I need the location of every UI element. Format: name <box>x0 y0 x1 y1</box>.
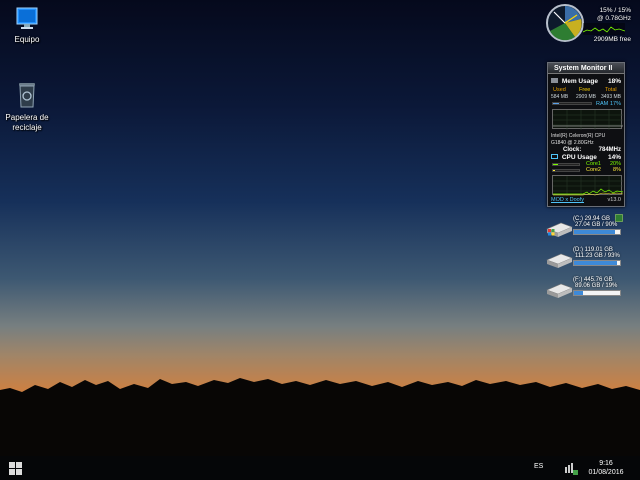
hard-drive-icon <box>546 283 573 298</box>
desktop-icon-equipo[interactable]: Equipo <box>0 6 57 45</box>
clock-label: Clock: <box>563 147 582 153</box>
taskbar: ES 9:16 01/08/2016 <box>0 456 640 480</box>
ram-label: RAM <box>596 101 609 107</box>
drive-c[interactable]: (C:) 29.94 GB 27.04 GB / 90% <box>545 214 627 240</box>
cpu-name: Intel(R) Celeron(R) CPU <box>551 133 606 139</box>
mem-usage-pct: 18% <box>607 78 621 85</box>
ram-pct: 17% <box>609 101 621 107</box>
drive-usage-bar <box>573 290 621 296</box>
recycle-bin-icon <box>19 83 35 108</box>
mem-col-free: Free <box>579 87 591 93</box>
mem-col-used: Used <box>553 87 566 93</box>
language-indicator[interactable]: ES <box>534 463 543 470</box>
ram-bar <box>552 102 592 105</box>
clock-date: 01/08/2016 <box>588 469 624 476</box>
desktop-icon-label: Papelera de reciclaje <box>5 113 49 132</box>
cpu-usage-label: CPU Usage <box>561 154 597 161</box>
core2-label: Core2 <box>586 167 601 173</box>
mem-free-val: 2909 MB <box>576 94 597 100</box>
desktop-icon-label: Equipo <box>14 35 40 44</box>
network-icon[interactable] <box>564 461 578 475</box>
desktop-icon-recycle-bin[interactable]: Papelera de reciclaje <box>0 80 57 133</box>
system-monitor-title: System Monitor II <box>548 63 624 74</box>
drive-usage: 89.06 GB / 19% <box>575 283 618 289</box>
drive-usage: 27.04 GB / 90% <box>575 222 618 228</box>
cpu-model: G1840 @ 2.80GHz <box>551 140 594 146</box>
cpu-freq-text: @ 0.78GHz <box>596 15 631 22</box>
drive-d[interactable]: (D:) 119.01 GB 111.23 GB / 93% <box>545 247 627 271</box>
mod-link[interactable]: MOD x Doofy <box>551 197 584 203</box>
mountain-silhouette <box>0 378 640 456</box>
cpu-graph <box>552 175 623 196</box>
mem-usage-label: Mem Usage <box>561 78 598 85</box>
core2-pct: 8% <box>613 167 621 173</box>
clock-time: 9:16 <box>599 460 613 467</box>
core1-bar <box>552 163 580 166</box>
mem-total-val: 3493 MB <box>601 94 622 100</box>
hard-drive-icon <box>546 253 573 268</box>
memory-graph <box>552 109 623 130</box>
mem-used-val: 584 MB <box>551 94 569 100</box>
core2-bar <box>552 169 580 172</box>
cpu-usage-text: 15% / 15% <box>599 7 631 14</box>
mem-col-total: Total <box>605 87 617 93</box>
clock-val: 784MHz <box>598 147 621 153</box>
cpu-mini-graph <box>583 23 625 35</box>
windows-start-icon[interactable] <box>9 462 22 475</box>
mem-free-text: 2909MB free <box>593 36 631 43</box>
drive-usage-bar <box>573 260 621 266</box>
taskbar-clock[interactable]: 9:16 01/08/2016 <box>586 459 626 477</box>
version-text: v13.0 <box>607 197 621 203</box>
drive-usage: 111.23 GB / 93% <box>575 253 620 259</box>
windows-drive-icon <box>546 222 573 237</box>
drive-usage-bar <box>573 229 621 235</box>
memory-icon <box>551 78 558 83</box>
system-monitor-gadget[interactable]: System Monitor II Mem Usage 18% Used Fre… <box>547 62 625 207</box>
cpu-meter-gadget[interactable]: 15% / 15% @ 0.78GHz 2909MB free <box>545 3 631 45</box>
cpu-icon <box>551 154 558 159</box>
computer-icon <box>16 7 38 29</box>
cpu-usage-pct: 14% <box>607 154 621 161</box>
cpu-gauge-icon <box>546 4 584 42</box>
drive-f[interactable]: (F:) 445.76 GB 89.06 GB / 19% <box>545 277 627 301</box>
